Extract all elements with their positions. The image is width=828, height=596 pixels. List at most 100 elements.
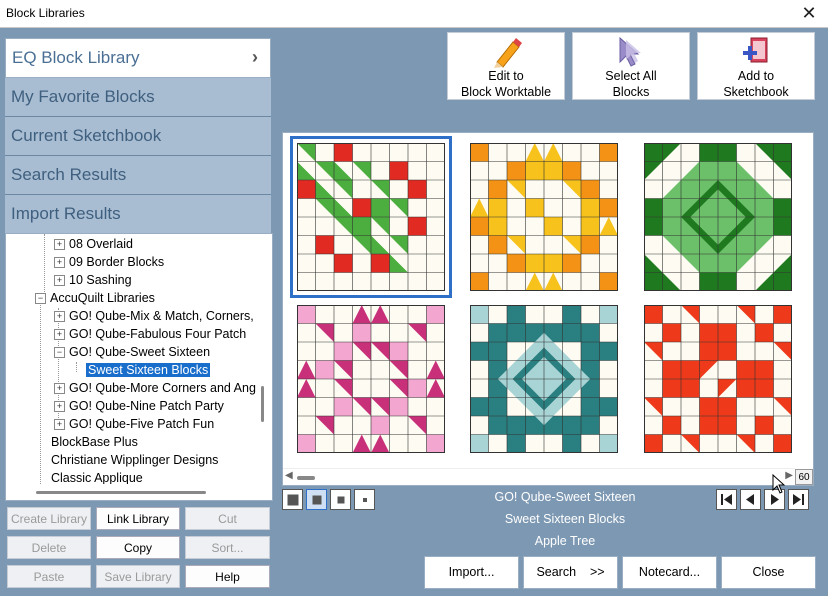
tab-label: My Favorite Blocks bbox=[11, 87, 155, 106]
edit-to-block-worktable-button[interactable]: Edit to Block Worktable bbox=[447, 32, 565, 100]
button-label: Edit to bbox=[488, 69, 524, 83]
collapse-icon[interactable]: − bbox=[35, 293, 46, 305]
tab-label: Search Results bbox=[11, 165, 127, 184]
expand-icon[interactable]: + bbox=[54, 257, 65, 269]
tree-horizontal-scrollbar[interactable] bbox=[6, 484, 256, 500]
notecard-button[interactable]: Notecard... bbox=[622, 556, 717, 589]
tree-item-10-sashing[interactable]: +10 Sashing bbox=[54, 271, 132, 289]
first-page-button[interactable] bbox=[716, 489, 737, 510]
tab-import-results[interactable]: Import Results bbox=[5, 195, 271, 234]
scroll-thumb[interactable] bbox=[261, 386, 264, 422]
quilt-block[interactable] bbox=[297, 305, 445, 453]
button-label: Sketchbook bbox=[723, 85, 789, 99]
add-to-sketchbook-button[interactable]: Add to Sketchbook bbox=[697, 32, 815, 100]
size-large-button[interactable] bbox=[282, 489, 303, 510]
expand-icon[interactable]: + bbox=[54, 311, 65, 323]
block-grid[interactable]: ◀ ▶ 60 bbox=[282, 132, 814, 486]
close-button[interactable]: Close bbox=[721, 556, 816, 589]
library-name: GO! Qube-Sweet Sixteen bbox=[494, 490, 636, 504]
quilt-block[interactable] bbox=[644, 305, 792, 453]
tree-item-accuquilt-libraries[interactable]: − AccuQuilt Libraries bbox=[35, 289, 155, 307]
size-medium-button[interactable] bbox=[306, 489, 327, 510]
collapse-icon[interactable]: − bbox=[54, 347, 65, 359]
expand-icon[interactable]: + bbox=[54, 239, 65, 251]
tab-eq-block-library[interactable]: EQ Block Library › bbox=[5, 38, 271, 78]
close-window-icon[interactable]: ✕ bbox=[798, 2, 820, 24]
tree-item-label: 09 Border Blocks bbox=[69, 255, 165, 269]
scroll-thumb[interactable] bbox=[297, 476, 315, 480]
expand-icon[interactable]: + bbox=[54, 383, 65, 395]
tab-label: EQ Block Library bbox=[12, 48, 140, 67]
square-icon bbox=[287, 494, 298, 505]
square-icon bbox=[312, 495, 321, 504]
tree-item-label: 10 Sashing bbox=[69, 273, 132, 287]
tree-item-blockbase-plus[interactable]: BlockBase Plus bbox=[51, 433, 138, 451]
scroll-left-icon[interactable]: ◀ bbox=[285, 470, 293, 481]
quilt-block[interactable] bbox=[470, 143, 618, 291]
tab-search-results[interactable]: Search Results bbox=[5, 156, 271, 195]
tab-current-sketchbook[interactable]: Current Sketchbook bbox=[5, 117, 271, 156]
mouse-pointer-icon bbox=[772, 474, 786, 494]
grid-horizontal-scrollbar[interactable]: ◀ ▶ bbox=[283, 468, 795, 485]
previous-icon bbox=[746, 494, 754, 505]
tree-item-five-patch-fun[interactable]: + GO! Qube-Five Patch Fun bbox=[54, 415, 214, 433]
cursor-select-icon bbox=[619, 36, 641, 67]
expand-icon[interactable]: + bbox=[54, 275, 65, 287]
scroll-thumb[interactable] bbox=[36, 491, 206, 494]
expand-icon[interactable]: + bbox=[54, 401, 65, 413]
window-title: Block Libraries bbox=[6, 6, 85, 20]
search-button[interactable]: Search >> bbox=[523, 556, 618, 589]
tree-item-fabulous-four-patch[interactable]: + GO! Qube-Fabulous Four Patch bbox=[54, 325, 246, 343]
tree-guide bbox=[44, 234, 45, 294]
size-tiny-button[interactable] bbox=[354, 489, 375, 510]
tree-item-label: GO! Qube-Five Patch Fun bbox=[69, 417, 215, 431]
library-tree[interactable]: +08 Overlaid +09 Border Blocks +10 Sashi… bbox=[5, 233, 273, 501]
tree-item-09-border-blocks[interactable]: +09 Border Blocks bbox=[54, 253, 164, 271]
copy-button[interactable]: Copy bbox=[96, 536, 180, 559]
tree-item-label: Classic Applique bbox=[51, 471, 143, 485]
tree-item-nine-patch-party[interactable]: + GO! Qube-Nine Patch Party bbox=[54, 397, 224, 415]
select-all-blocks-button[interactable]: Select All Blocks bbox=[572, 32, 690, 100]
import-button[interactable]: Import... bbox=[424, 556, 519, 589]
tree-item-sweet-sixteen-blocks[interactable]: Sweet Sixteen Blocks bbox=[84, 361, 212, 379]
size-small-button[interactable] bbox=[330, 489, 351, 510]
create-library-button[interactable]: Create Library bbox=[7, 507, 91, 530]
button-label: Search bbox=[536, 565, 577, 579]
tab-label: Current Sketchbook bbox=[11, 126, 162, 145]
tree-item-mix-match[interactable]: + GO! Qube-Mix & Match, Corners, bbox=[54, 307, 254, 325]
quilt-block[interactable] bbox=[470, 305, 618, 453]
tree-item-08-overlaid[interactable]: +08 Overlaid bbox=[54, 235, 133, 253]
last-page-button[interactable] bbox=[788, 489, 809, 510]
scroll-right-icon[interactable]: ▶ bbox=[785, 470, 793, 481]
square-icon bbox=[362, 497, 367, 502]
sort-button[interactable]: Sort... bbox=[185, 536, 270, 559]
search-arrow: >> bbox=[589, 565, 605, 579]
style-name: Sweet Sixteen Blocks bbox=[504, 512, 626, 526]
tree-vertical-scrollbar[interactable] bbox=[256, 234, 272, 482]
tree-item-sweet-sixteen[interactable]: − GO! Qube-Sweet Sixteen bbox=[54, 343, 210, 361]
tree-item-christiane-wipplinger[interactable]: Christiane Wipplinger Designs bbox=[51, 451, 218, 469]
tab-my-favorite-blocks[interactable]: My Favorite Blocks bbox=[5, 78, 271, 117]
tree-item-label: AccuQuilt Libraries bbox=[50, 291, 155, 305]
save-library-button[interactable]: Save Library bbox=[96, 565, 180, 588]
tree-item-label: Christiane Wipplinger Designs bbox=[51, 453, 219, 467]
title-bar: Block Libraries ✕ bbox=[0, 0, 828, 28]
delete-button[interactable]: Delete bbox=[7, 536, 91, 559]
tree-guide bbox=[40, 294, 41, 500]
quilt-block[interactable] bbox=[644, 143, 792, 291]
paste-button[interactable]: Paste bbox=[7, 565, 91, 588]
help-button[interactable]: Help bbox=[185, 565, 270, 588]
expand-icon[interactable]: + bbox=[54, 419, 65, 431]
sketchbook-add-icon bbox=[743, 37, 768, 63]
cut-button[interactable]: Cut bbox=[185, 507, 270, 530]
link-library-button[interactable]: Link Library bbox=[96, 507, 180, 530]
pencil-icon bbox=[494, 38, 522, 68]
tab-label: Import Results bbox=[11, 204, 121, 223]
previous-page-button[interactable] bbox=[740, 489, 761, 510]
quilt-block[interactable] bbox=[290, 136, 452, 298]
zoom-value: 60 bbox=[795, 469, 813, 485]
tree-item-label: GO! Qube-Nine Patch Party bbox=[69, 399, 224, 413]
expand-icon[interactable]: + bbox=[54, 329, 65, 341]
tree-item-label: GO! Qube-Fabulous Four Patch bbox=[69, 327, 247, 341]
tree-item-more-corners[interactable]: + GO! Qube-More Corners and Ang bbox=[54, 379, 256, 397]
